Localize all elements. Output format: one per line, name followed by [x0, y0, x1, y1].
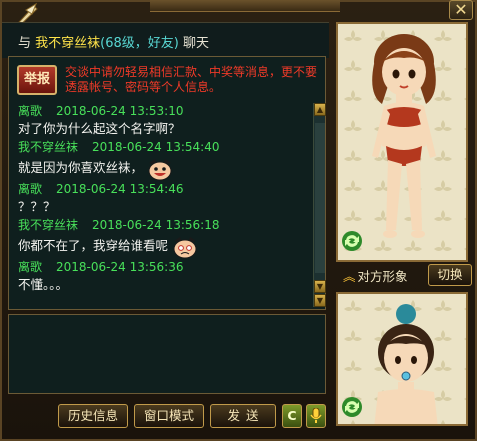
message-time: 2018-06-24 13:56:36	[56, 260, 184, 274]
message-text: 就是因为你喜欢丝袜，	[18, 156, 308, 180]
message-header: 我不穿丝袜 2018-06-24 13:54:40	[18, 138, 308, 156]
message-time: 2018-06-24 13:54:40	[92, 140, 220, 154]
warning-text: 交谈中请勿轻易相信汇款、中奖等消息，更不要透露帐号、密码等个人信息。	[65, 65, 318, 94]
mic-icon	[310, 407, 322, 423]
message-sender[interactable]: 离歌	[18, 182, 42, 196]
title-contact-level: (68级，好友)	[100, 36, 179, 51]
history-button[interactable]: 历史信息	[58, 404, 128, 428]
report-button[interactable]: 举报	[17, 65, 57, 95]
send-button[interactable]: 发送	[210, 404, 276, 428]
rotate-icon[interactable]	[341, 396, 363, 418]
chat-scrollbar[interactable]: ▲ ▼ ▼	[313, 103, 326, 307]
message-input[interactable]	[8, 314, 326, 394]
character-figure	[338, 24, 466, 260]
c-button[interactable]: C	[282, 404, 302, 428]
message-header: 离歌 2018-06-24 13:56:36	[18, 258, 308, 276]
title-contact-name: 我不穿丝袜	[35, 36, 101, 51]
scroll-bottom-button[interactable]: ▼	[314, 294, 326, 307]
rotate-icon[interactable]	[341, 230, 363, 252]
message-header: 离歌 2018-06-24 13:54:46	[18, 180, 308, 198]
security-warning: 举报 交谈中请勿轻易相信汇款、中奖等消息，更不要透露帐号、密码等个人信息。	[17, 65, 317, 97]
switch-button[interactable]: 切换	[428, 264, 472, 286]
title-suffix: 聊天	[183, 36, 210, 51]
scroll-thumb[interactable]	[315, 123, 325, 273]
scroll-up-button[interactable]: ▲	[314, 103, 326, 116]
message-sender[interactable]: 离歌	[18, 104, 42, 118]
title-prefix: 与	[18, 36, 32, 51]
message-header: 我不穿丝袜 2018-06-24 13:56:18	[18, 216, 308, 234]
other-appearance-label: ︽ 对方形象	[343, 269, 408, 284]
close-icon: ✕	[454, 0, 468, 19]
message-header: 离歌 2018-06-24 13:53:10	[18, 102, 308, 120]
chat-title: 与 我不穿丝袜(68级，好友) 聊天	[18, 32, 209, 51]
scroll-down-button[interactable]: ▼	[314, 280, 326, 293]
chat-history-panel: 举报 交谈中请勿轻易相信汇款、中奖等消息，更不要透露帐号、密码等个人信息。 离歌…	[8, 56, 326, 310]
message-time: 2018-06-24 13:53:10	[56, 104, 184, 118]
voice-button[interactable]	[306, 404, 326, 428]
message-text: 不懂。。。	[18, 277, 69, 292]
message-time: 2018-06-24 13:56:18	[92, 218, 220, 232]
message-list: 离歌 2018-06-24 13:53:10 对了你为什么起这个名字啊？ 我不穿丝袜 2…	[18, 102, 308, 307]
top-ornament	[150, 0, 340, 12]
message-text: 你都不在了，我穿给谁看呢	[18, 234, 308, 258]
other-character-preview	[336, 292, 468, 426]
close-button[interactable]: ✕	[449, 0, 473, 20]
window-mode-button[interactable]: 窗口模式	[134, 404, 204, 428]
message-time: 2018-06-24 13:54:46	[56, 182, 184, 196]
message-sender[interactable]: 我不穿丝袜	[18, 140, 78, 154]
self-character-preview	[336, 22, 468, 262]
message-text: ？？？	[18, 199, 56, 214]
message-text: 对了你为什么起这个名字啊？	[18, 121, 181, 136]
title-bar: 与 我不穿丝袜(68级，好友) 聊天	[2, 22, 329, 58]
grin-emote-icon	[148, 158, 172, 180]
message-sender[interactable]: 我不穿丝袜	[18, 218, 78, 232]
sad-emote-icon	[173, 236, 197, 258]
chevron-up-icon: ︽	[343, 269, 356, 284]
message-sender[interactable]: 离歌	[18, 260, 42, 274]
